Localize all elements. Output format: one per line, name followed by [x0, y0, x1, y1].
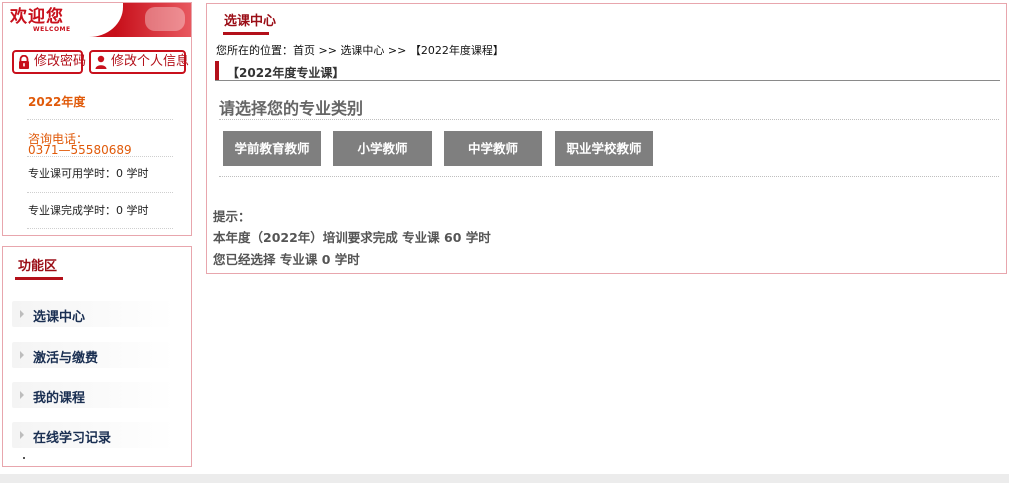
avatar — [145, 7, 185, 31]
caret-right-icon — [20, 310, 24, 318]
category-button-secondary[interactable]: 中学教师 — [444, 131, 542, 166]
breadcrumb-course-center[interactable]: 选课中心 — [340, 44, 384, 57]
sidebar-item-activation-payment[interactable]: 激活与缴费 — [12, 342, 174, 368]
edit-profile-label: 修改个人信息 — [111, 54, 190, 69]
sidebar-item-label: 我的课程 — [33, 391, 86, 406]
user-icon — [95, 55, 107, 69]
breadcrumb: 您所在的位置：首页 >> 选课中心 >> 【2022年度课程】 — [216, 42, 504, 58]
sidebar-item-label: 在线学习记录 — [33, 431, 112, 446]
title-underline — [15, 277, 63, 280]
welcome-banner: 欢迎您 WELCOME — [3, 3, 191, 37]
footer-bar — [0, 474, 1009, 483]
category-button-primary[interactable]: 小学教师 — [333, 131, 432, 166]
tab-underline — [223, 32, 269, 35]
change-password-label: 修改密码 — [34, 54, 87, 69]
section-title: 【2022年度专业课】 — [227, 66, 345, 80]
decorative-dot — [23, 457, 25, 459]
divider — [27, 119, 173, 120]
function-panel-title: 功能区 — [18, 259, 58, 274]
section-divider — [215, 80, 1000, 81]
tab-course-center[interactable]: 选课中心 — [224, 10, 276, 29]
breadcrumb-current: 【2022年度课程】 — [409, 44, 504, 57]
caret-right-icon — [20, 431, 24, 439]
lock-icon — [19, 55, 29, 69]
category-prompt: 请选择您的专业类别 — [219, 99, 364, 118]
function-panel: 功能区 选课中心 激活与缴费 我的课程 在线学习记录 — [2, 246, 192, 467]
welcome-panel: 欢迎您 WELCOME 修改密码 修改个人信息 2022年度 咨询电话： 037… — [2, 2, 192, 236]
category-button-vocational[interactable]: 职业学校教师 — [555, 131, 653, 166]
breadcrumb-prefix: 您所在的位置： — [216, 44, 293, 57]
sidebar-item-label: 选课中心 — [33, 310, 86, 325]
main-panel: 选课中心 您所在的位置：首页 >> 选课中心 >> 【2022年度课程】 【20… — [206, 3, 1007, 274]
caret-right-icon — [20, 351, 24, 359]
tips-heading: 提示： — [213, 209, 251, 224]
divider — [27, 156, 173, 157]
available-hours: 专业课可用学时：0 学时 — [28, 167, 149, 180]
breadcrumb-separator: >> — [384, 44, 410, 57]
year-label: 2022年度 — [28, 95, 86, 109]
edit-profile-button[interactable]: 修改个人信息 — [89, 50, 190, 74]
dotted-divider — [219, 176, 999, 177]
dotted-divider — [219, 119, 999, 120]
sidebar-item-course-center[interactable]: 选课中心 — [12, 301, 174, 327]
breadcrumb-separator: >> — [315, 44, 341, 57]
completed-hours: 专业课完成学时：0 学时 — [28, 204, 149, 217]
welcome-title: 欢迎您 — [10, 7, 64, 27]
section-marker — [215, 61, 219, 80]
phone-number: 0371—55580689 — [28, 143, 132, 157]
sidebar-item-my-courses[interactable]: 我的课程 — [12, 382, 174, 408]
divider — [27, 192, 173, 193]
breadcrumb-home[interactable]: 首页 — [293, 44, 315, 57]
divider — [27, 228, 173, 229]
sidebar-item-label: 激活与缴费 — [33, 351, 99, 366]
category-button-preschool[interactable]: 学前教育教师 — [223, 131, 321, 166]
sidebar-item-study-records[interactable]: 在线学习记录 — [12, 422, 174, 448]
welcome-subtitle: WELCOME — [33, 26, 71, 33]
tips-requirement: 本年度（2022年）培训要求完成 专业课 60 学时 — [213, 230, 491, 245]
tips-selected: 您已经选择 专业课 0 学时 — [213, 252, 360, 267]
caret-right-icon — [20, 391, 24, 399]
change-password-button[interactable]: 修改密码 — [12, 50, 87, 74]
